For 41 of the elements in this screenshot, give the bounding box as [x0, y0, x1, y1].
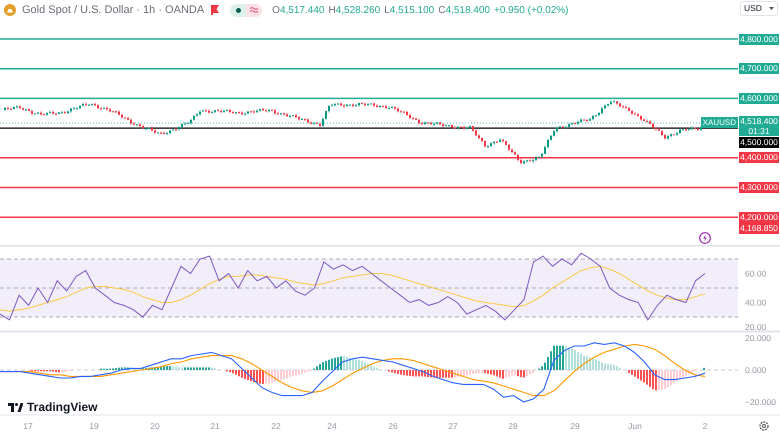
axis-label: 40.00	[745, 298, 766, 308]
ohlc-value: 4,517.440	[280, 4, 324, 18]
axis-label: 60.00	[745, 268, 766, 278]
time-label: 27	[448, 421, 458, 431]
price-level-label: 4,800.000	[739, 34, 779, 44]
price-level-label: 4,300.000	[739, 182, 779, 193]
ohlc-value: 4,515.100	[390, 4, 434, 18]
ohlc-label: L	[384, 4, 390, 18]
ohlc-value: 4,518.400	[445, 4, 490, 18]
time-label: Jun	[628, 421, 642, 431]
axis-label: 20.00	[745, 322, 766, 332]
price-level-label: 4,500.000	[739, 136, 779, 148]
ohlc-value: 4,528.260	[336, 4, 380, 18]
axis-label: 0.000	[745, 365, 766, 375]
axis-label: −20.000	[745, 397, 776, 407]
symbol-title: Gold Spot / U.S. Dollar · 1h · OANDA	[22, 3, 204, 18]
time-label: 21	[210, 421, 220, 431]
brand-name: TradingView	[27, 400, 98, 414]
symbol-label: XAUUSD	[700, 117, 738, 128]
time-label: 24	[327, 421, 337, 431]
price-level-label: 4,200.000	[739, 212, 779, 223]
ohlc-label: H	[328, 4, 336, 18]
ohlc-label: C	[438, 4, 446, 18]
currency-dropdown[interactable]: USD	[740, 1, 778, 16]
ohlc-label: O	[272, 4, 280, 18]
countdown-timer: 01:31	[748, 126, 770, 136]
price-level-label: 4,700.000	[739, 63, 779, 74]
low-price-label: 4,168.850	[739, 223, 779, 234]
price-level-label: 4,600.000	[739, 92, 779, 104]
time-label: 19	[89, 421, 99, 431]
time-label: 17	[23, 421, 33, 431]
price-level-label: 4,400.000	[739, 152, 779, 164]
time-label: 28	[508, 421, 518, 431]
time-label: 20	[150, 421, 160, 431]
time-label: 29	[570, 421, 580, 431]
time-label: 2	[702, 421, 708, 431]
price-change: +0.950 (+0.02%)	[494, 4, 568, 18]
last-price: 4,518.400	[740, 116, 778, 126]
time-label: 22	[271, 421, 281, 431]
time-label: 26	[388, 421, 398, 431]
axis-label: 20.000	[745, 333, 771, 343]
